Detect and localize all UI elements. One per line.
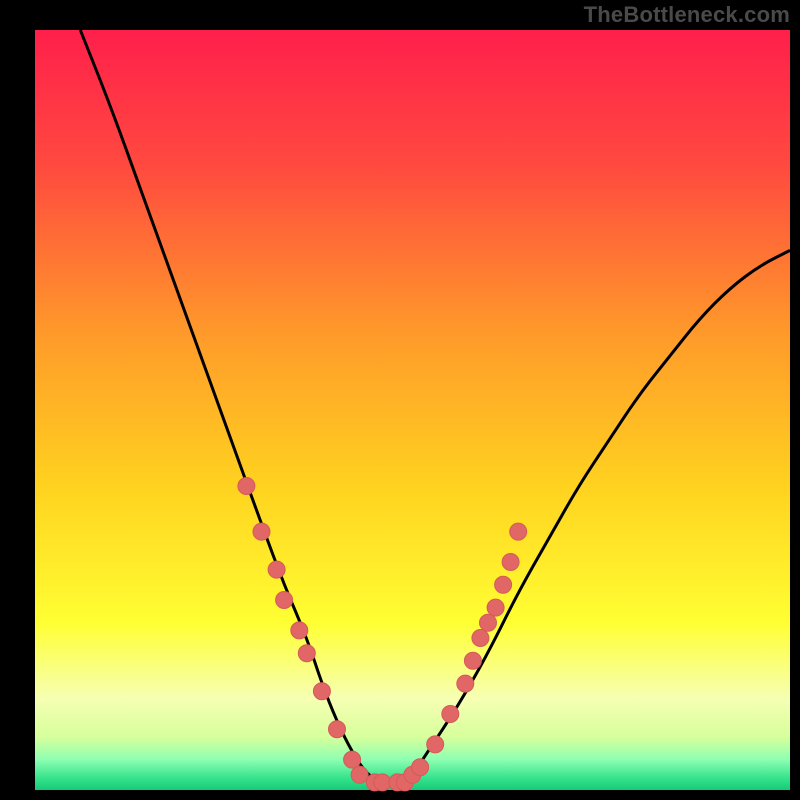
curve-marker — [487, 599, 504, 616]
curve-marker — [502, 554, 519, 571]
curve-marker — [253, 523, 270, 540]
curve-marker — [427, 736, 444, 753]
curve-marker — [268, 561, 285, 578]
curve-marker — [238, 478, 255, 495]
curve-marker — [298, 645, 315, 662]
curve-marker — [442, 706, 459, 723]
curve-marker — [495, 576, 512, 593]
curve-marker — [374, 774, 391, 791]
curve-marker — [510, 523, 527, 540]
curve-marker — [480, 614, 497, 631]
curve-marker — [291, 622, 308, 639]
plot-area — [35, 30, 790, 790]
curve-marker — [472, 630, 489, 647]
chart-frame: TheBottleneck.com — [0, 0, 800, 800]
bottleneck-chart — [0, 0, 800, 800]
curve-marker — [464, 652, 481, 669]
watermark-text: TheBottleneck.com — [584, 2, 790, 28]
curve-marker — [276, 592, 293, 609]
curve-marker — [329, 721, 346, 738]
curve-marker — [457, 675, 474, 692]
curve-marker — [412, 759, 429, 776]
curve-marker — [313, 683, 330, 700]
curve-marker — [344, 751, 361, 768]
curve-marker — [351, 766, 368, 783]
